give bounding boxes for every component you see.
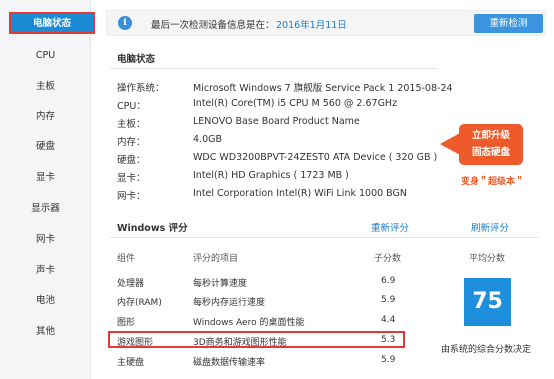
score-row: 主硬盘 磁盘数据传输速率 5.9 [111,355,411,372]
average-score-caption: 由系统的综合分数决定 [441,345,532,355]
score-value: 5.9 [381,355,396,365]
spec-key: 内存： [117,137,146,148]
refresh-score-link[interactable]: 刷新评分 [471,220,509,234]
highlight-box [108,331,405,348]
score-component: 主硬盘 [117,358,145,368]
spec-key: 主板： [117,119,146,130]
score-divider [110,237,539,238]
sidebar-item-motherboard[interactable]: 主板 [0,74,91,100]
spec-value: 4.0GB [193,134,222,145]
score-section-title: Windows 评分 [117,223,188,234]
score-row: 图形 Windows Aero 的桌面性能 4.4 [111,315,411,332]
score-value: 5.9 [381,295,396,305]
last-check-label: 最后一次检测设备信息是在： [151,20,275,31]
last-check-bar: i 最后一次检测设备信息是在： 2016年1月11日 重新检测 [106,10,546,36]
sidebar-item-cpu[interactable]: CPU [0,43,91,69]
score-item: 每秒内存运行速度 [193,298,266,308]
sidebar-item-monitor[interactable]: 显示器 [0,196,91,222]
status-section-title: 电脑状态 [117,54,156,65]
score-value: 4.4 [381,315,396,325]
spec-key: CPU： [117,101,146,112]
sidebar-item-graphics[interactable]: 显卡 [0,165,91,191]
status-divider [110,68,438,69]
sidebar-item-battery[interactable]: 电池 [0,288,91,314]
sidebar-item-sound[interactable]: 声卡 [0,258,91,284]
spec-row-cpu: CPU： Intel(R) Core(TM) i5 CPU M 560 @ 2.… [117,98,447,114]
rescore-link[interactable]: 重新评分 [371,220,409,234]
upgrade-pointer-arrow [440,133,460,155]
score-item: Windows Aero 的桌面性能 [193,318,305,328]
score-row: 处理器 每秒计算速度 6.9 [111,276,411,293]
spec-row-motherboard: 主板： LENOVO Base Board Product Name [117,116,447,132]
spec-value: Microsoft Windows 7 旗舰版 Service Pack 1 2… [193,83,453,94]
sidebar-item-network[interactable]: 网卡 [0,227,91,253]
upgrade-line2: 固态硬盘 [471,147,510,158]
spec-row-memory: 内存： 4.0GB [117,134,447,150]
sidebar-item-other[interactable]: 其他 [0,319,91,345]
score-row: 内存(RAM) 每秒内存运行速度 5.9 [111,295,411,312]
col-header-component: 组件 [117,254,136,264]
score-item: 磁盘数据传输速率 [193,358,266,368]
spec-key: 显卡： [117,173,146,184]
spec-row-network: 网卡： Intel Corporation Intel(R) WiFi Link… [117,188,447,204]
spec-row-disk: 硬盘： WDC WD3200BPVT-24ZEST0 ATA Device ( … [117,152,447,168]
spec-value: WDC WD3200BPVT-24ZEST0 ATA Device ( 320 … [193,152,438,163]
sidebar: 电脑状态 CPU 主板 内存 硬盘 显卡 显示器 网卡 声卡 电池 其他 [0,0,95,379]
score-component: 图形 [117,318,136,328]
spec-row-graphics: 显卡： Intel(R) HD Graphics ( 1723 MB ) [117,170,447,186]
score-value: 6.9 [381,276,396,286]
col-header-average: 平均分数 [469,254,506,264]
recheck-button[interactable]: 重新检测 [474,14,543,33]
col-header-subscore: 子分数 [374,254,402,264]
col-header-item: 评分的项目 [193,254,239,264]
spec-value: Intel(R) HD Graphics ( 1723 MB ) [193,170,349,181]
sidebar-item-pc-status[interactable]: 电脑状态 [9,12,95,34]
upgrade-subtitle[interactable]: 变身＂超级本＂ [461,174,524,187]
info-icon: i [118,16,132,30]
upgrade-line1: 立即升级 [471,130,510,141]
spec-key: 硬盘： [117,155,146,166]
spec-value: LENOVO Base Board Product Name [193,116,360,127]
score-component: 内存(RAM) [117,298,162,308]
average-score-tile: 75 [464,278,511,326]
last-check-date: 2016年1月11日 [276,20,347,31]
spec-key: 操作系统： [117,83,165,94]
upgrade-ssd-badge[interactable]: 立即升级 固态硬盘 [459,124,523,165]
score-item: 每秒计算速度 [193,279,248,289]
spec-row-os: 操作系统： Microsoft Windows 7 旗舰版 Service Pa… [117,80,453,96]
spec-value: Intel(R) Core(TM) i5 CPU M 560 @ 2.67GHz [193,98,398,109]
sidebar-item-disk[interactable]: 硬盘 [0,134,91,160]
spec-key: 网卡： [117,191,146,202]
spec-value: Intel Corporation Intel(R) WiFi Link 100… [193,188,408,199]
sidebar-item-memory[interactable]: 内存 [0,104,91,130]
score-component: 处理器 [117,279,145,289]
